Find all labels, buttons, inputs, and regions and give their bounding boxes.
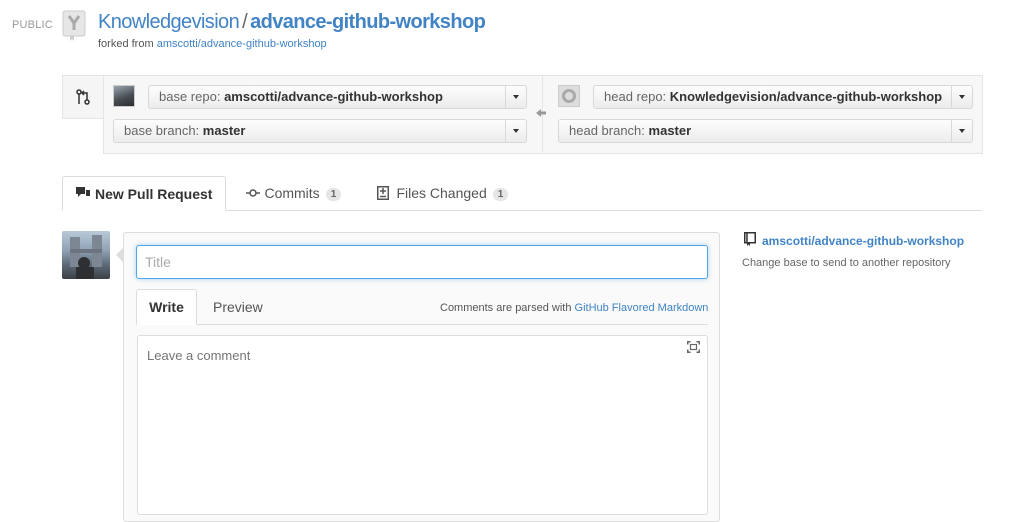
chevron-down-icon bbox=[951, 120, 972, 142]
avatar-photo bbox=[70, 235, 102, 279]
fullscreen-icon[interactable] bbox=[687, 341, 700, 353]
base-repo-value: amscotti/advance-github-workshop bbox=[224, 89, 443, 104]
head-repo-value: Knowledgevision/advance-github-workshop bbox=[669, 89, 943, 104]
user-avatar bbox=[62, 231, 110, 279]
tab-preview[interactable]: Preview bbox=[213, 299, 263, 315]
forked-prefix: forked from bbox=[98, 38, 154, 50]
change-base-note: Change base to send to another repositor… bbox=[742, 257, 951, 269]
commit-icon bbox=[246, 189, 260, 197]
range-icon-box bbox=[62, 75, 103, 119]
tab-new-pull-request[interactable]: New Pull Request bbox=[62, 176, 226, 211]
head-branch-value: master bbox=[648, 123, 692, 138]
compare-icon bbox=[76, 89, 90, 105]
head-repo-label: head repo: bbox=[604, 89, 667, 104]
comment-textarea[interactable] bbox=[137, 335, 708, 515]
repo-title: Knowledgevision / advance-github-workshop bbox=[98, 11, 486, 34]
tab-label: Files Changed bbox=[396, 185, 487, 201]
pull-request-icon bbox=[76, 187, 90, 197]
markdown-prefix: Comments are parsed with bbox=[440, 302, 572, 314]
forked-from: forked from amscotti/advance-github-work… bbox=[98, 38, 327, 50]
title-separator: / bbox=[242, 11, 248, 33]
base-branch-value: master bbox=[202, 123, 246, 138]
diff-icon bbox=[377, 186, 389, 200]
head-avatar bbox=[558, 85, 580, 107]
files-count-badge: 1 bbox=[492, 188, 509, 201]
visibility-label: PUBLIC bbox=[12, 19, 53, 31]
repo-icon bbox=[744, 232, 756, 246]
base-repo-label: base repo: bbox=[159, 89, 221, 104]
repo-owner-link[interactable]: Knowledgevision bbox=[98, 11, 240, 33]
markdown-note: Comments are parsed with GitHub Flavored… bbox=[440, 302, 708, 314]
base-repo-link[interactable]: amscotti/advance-github-workshop bbox=[762, 234, 964, 248]
head-repo-select[interactable]: head repo: Knowledgevision/advance-githu… bbox=[593, 85, 973, 109]
tab-files-changed[interactable]: Files Changed 1 bbox=[377, 185, 509, 203]
arrow-left-icon bbox=[536, 109, 546, 117]
repo-name-link[interactable]: advance-github-workshop bbox=[250, 11, 486, 33]
forked-from-link[interactable]: amscotti/advance-github-workshop bbox=[157, 38, 327, 50]
tab-commits[interactable]: Commits 1 bbox=[246, 185, 342, 203]
markdown-help-link[interactable]: GitHub Flavored Markdown bbox=[575, 302, 709, 314]
commits-count-badge: 1 bbox=[325, 188, 342, 201]
head-branch-select[interactable]: head branch: master bbox=[558, 119, 973, 143]
chevron-down-icon bbox=[505, 120, 526, 142]
tab-label: New Pull Request bbox=[95, 186, 213, 202]
write-tabs-divider bbox=[136, 324, 708, 325]
base-branch-label: base branch: bbox=[124, 123, 200, 138]
base-avatar bbox=[113, 85, 135, 107]
chevron-down-icon bbox=[505, 86, 526, 108]
base-repo-select[interactable]: base repo: amscotti/advance-github-works… bbox=[148, 85, 527, 109]
comment-pointer bbox=[116, 248, 123, 262]
repo-forked-icon bbox=[62, 10, 86, 41]
pr-title-input[interactable] bbox=[136, 245, 708, 279]
tab-write[interactable]: Write bbox=[136, 289, 197, 325]
octocat-icon bbox=[562, 89, 576, 103]
tab-label: Commits bbox=[264, 185, 320, 201]
head-branch-label: head branch: bbox=[569, 123, 645, 138]
base-branch-select[interactable]: base branch: master bbox=[113, 119, 527, 143]
chevron-down-icon bbox=[951, 86, 972, 108]
